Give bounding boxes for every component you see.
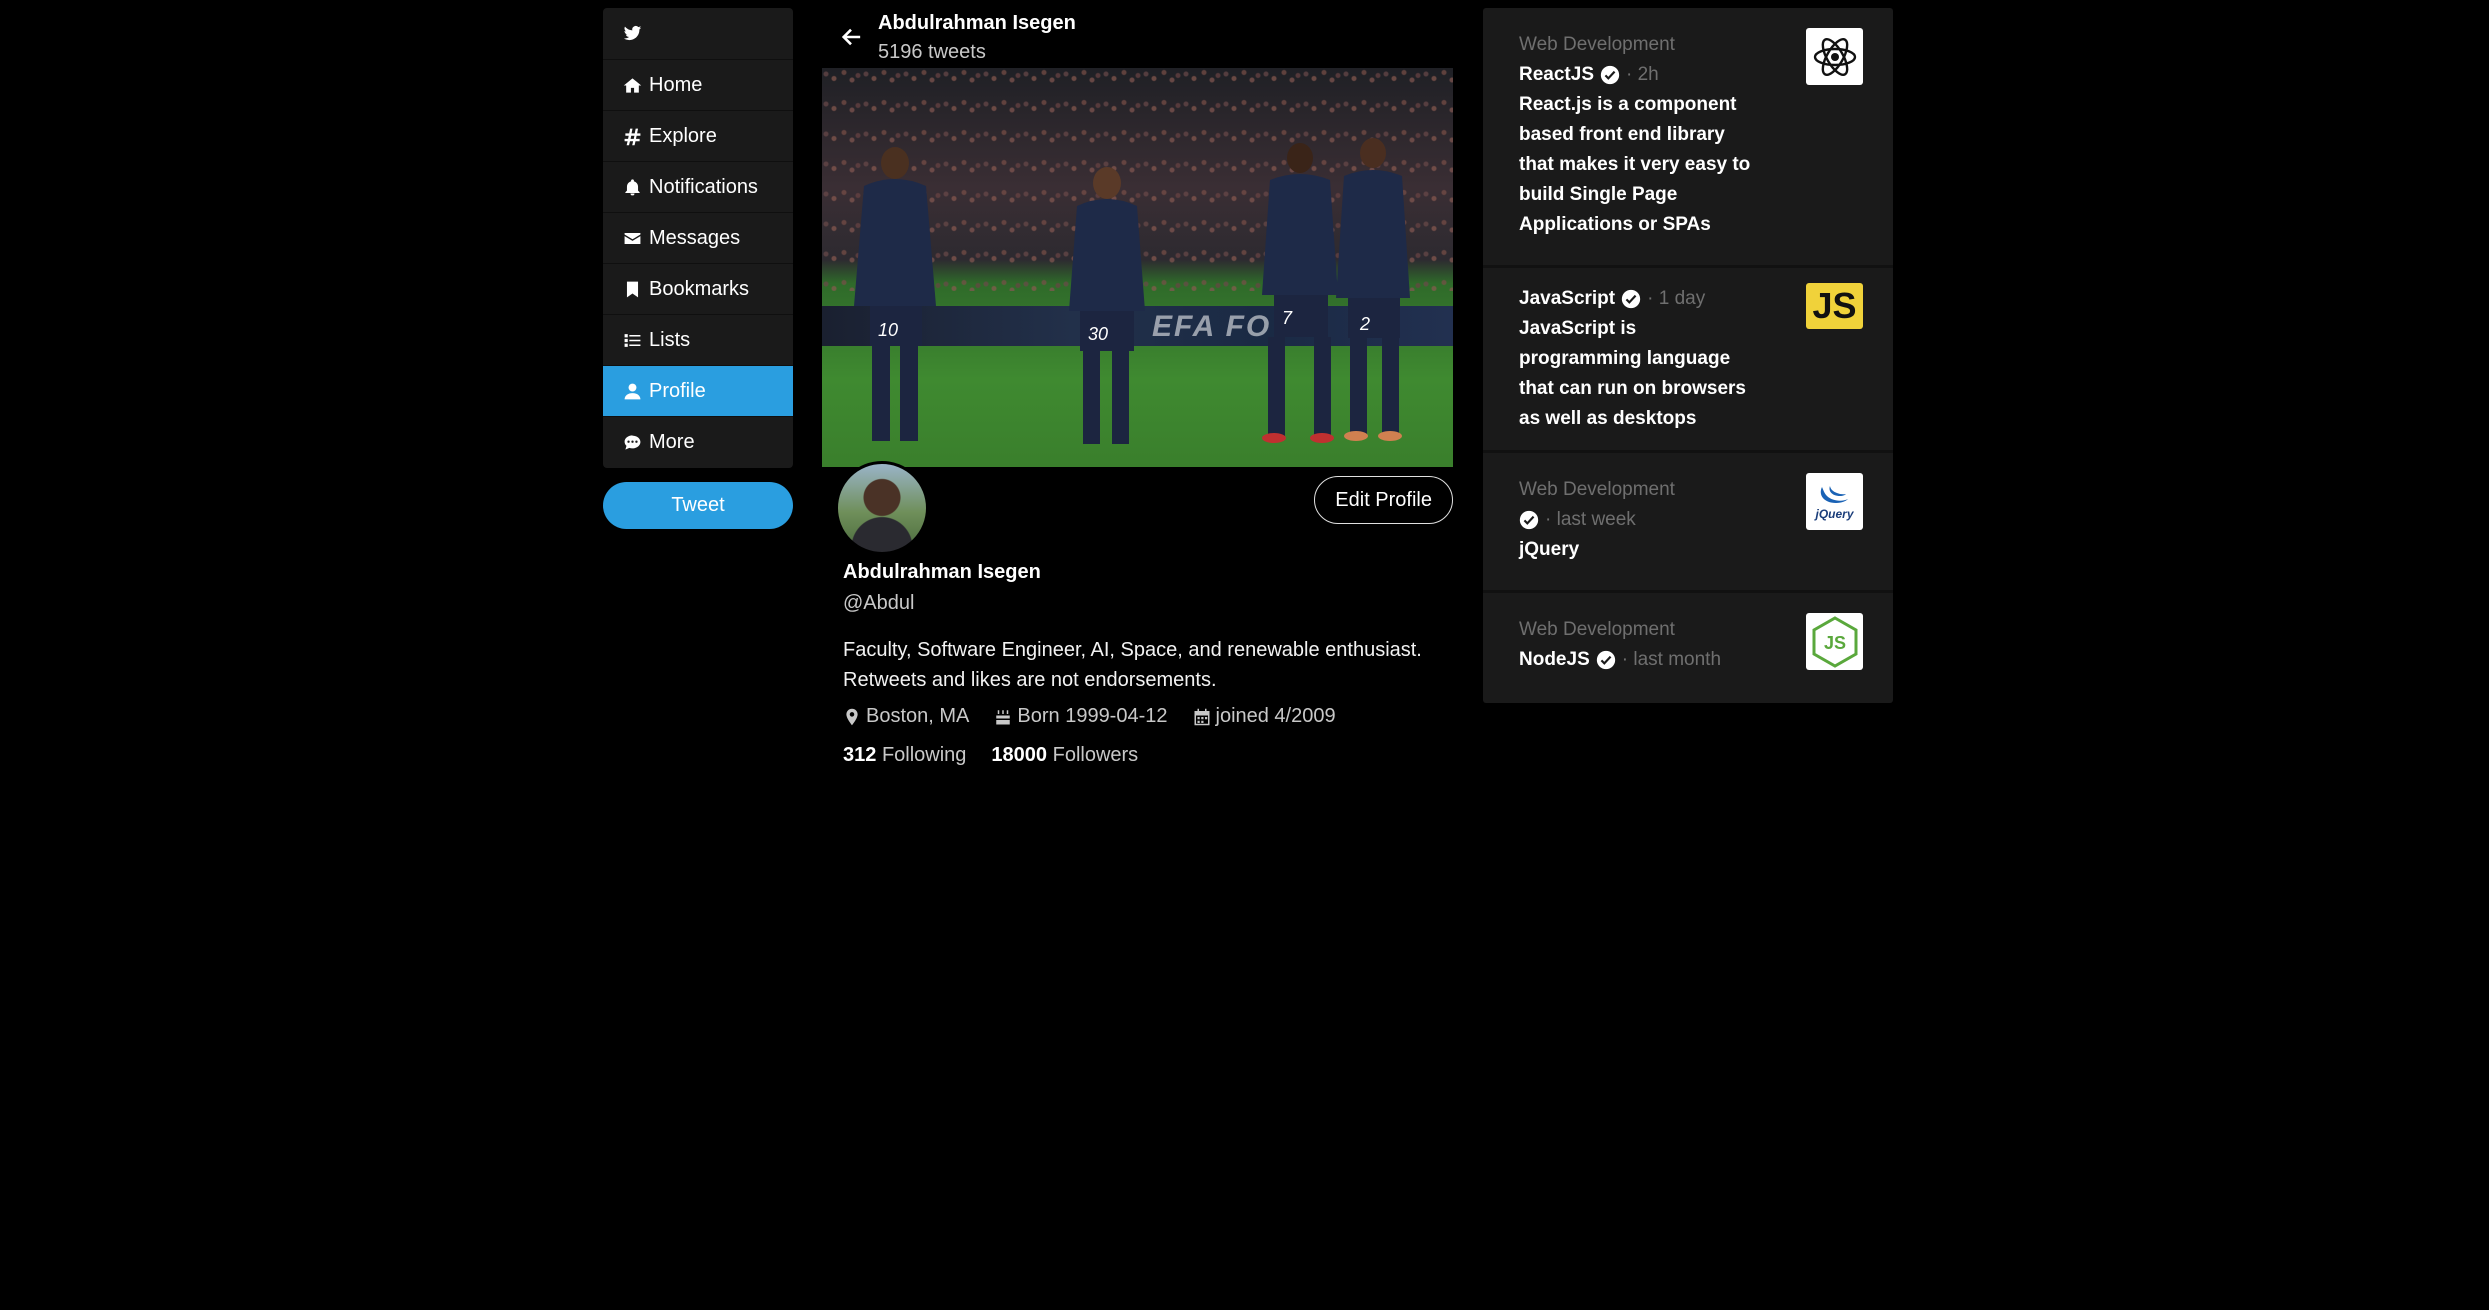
jersey-number: 10 [878,320,898,340]
trend-item-nodejs[interactable]: Web Development NodeJS · last month JS [1483,593,1893,703]
trend-time: · last month [1621,649,1722,670]
verified-check-icon [1600,65,1620,85]
user-icon [624,383,641,399]
jersey-number: 30 [1088,324,1108,344]
nav-item-label: Home [649,73,703,96]
profile-bio: Faculty, Software Engineer, AI, Space, a… [843,639,1422,691]
nav-item-profile[interactable]: Profile [603,366,793,417]
bookmark-icon [626,281,639,297]
trend-title: JavaScript · 1 day [1519,284,1763,314]
birthday-cake-icon [996,709,1011,724]
tweet-count: 5196 tweets [878,41,986,63]
trend-item-jquery[interactable]: Web Development · last week jQuery jQuer… [1483,453,1893,593]
edit-profile-button[interactable]: Edit Profile [1314,476,1453,524]
avatar[interactable] [835,461,929,555]
trend-title: NodeJS · last month [1519,645,1763,675]
nav-item-label: More [649,431,695,453]
birthday-text: Born 1999-04-12 [1017,705,1168,727]
trend-title: ReactJS · 2h [1519,60,1763,90]
header-name: Abdulrahman Isegen [878,12,1076,34]
comment-dots-icon [624,435,641,450]
nav-item-lists[interactable]: Lists [603,315,793,366]
nav-item-more[interactable]: More [603,417,793,468]
profile-joined: joined 4/2009 [1193,705,1336,728]
profile-location: Boston, MA [843,705,969,728]
nav-item-label: Lists [649,328,691,351]
followers-label: Followers [1052,744,1139,766]
profile-header: Abdulrahman Isegen 5196 tweets [822,8,1453,68]
location-text: Boston, MA [866,705,970,727]
trend-title-text: NodeJS [1519,649,1590,670]
home-icon [623,77,642,93]
nav-item-label: Bookmarks [649,277,750,300]
following-count: 312 [843,744,877,766]
page: Home Explore Notifications Messages Book… [0,0,2489,1310]
jquery-logo-icon: jQuery [1806,473,1863,530]
trend-category: Web Development [1519,619,1675,640]
followers-link[interactable]: 18000 Followers [991,744,1138,767]
nav-item-label: Explore [649,124,717,147]
nav-item-bookmarks[interactable]: Bookmarks [603,264,793,315]
twitter-logo[interactable] [603,8,793,60]
nav-item-explore[interactable]: Explore [603,111,793,162]
jersey-number: 2 [1359,314,1370,334]
jquery-logo-text: jQuery [1815,506,1854,521]
trend-time: · 2h [1626,64,1659,85]
nav-item-messages[interactable]: Messages [603,213,793,264]
nav-item-label: Notifications [649,175,758,198]
nav-item-label: Profile [649,379,706,402]
trend-item-reactjs[interactable]: Web Development ReactJS · 2h React.js is… [1483,8,1893,268]
profile-birthday: Born 1999-04-12 [994,705,1168,728]
trend-title-text: ReactJS [1519,64,1594,85]
nav-item-home[interactable]: Home [603,60,793,111]
trend-time: · last week [1545,509,1636,530]
nodejs-logo-text: JS [1823,633,1845,653]
map-marker-icon [846,708,858,725]
list-icon [624,333,641,347]
profile-handle: @Abdul [843,592,915,614]
following-label: Following [881,744,967,766]
tweet-button[interactable]: Tweet [603,482,793,529]
trend-description: React.js is a component based front end … [1519,94,1751,235]
react-logo-icon [1806,28,1863,85]
profile-main: Abdulrahman Isegen 5196 tweets EFA FO 10 [822,8,1453,767]
jersey-number: 7 [1282,308,1293,328]
trend-category: Web Development [1519,479,1675,500]
cover-players: 10 30 7 2 [854,138,1410,444]
profile-meta: Boston, MA Born 1999-04-12 joined 4/2009 [843,705,1453,728]
verified-check-icon [1621,289,1641,309]
profile-info: Abdulrahman Isegen @Abdul Faculty, Softw… [822,561,1453,767]
calendar-icon [1194,708,1209,725]
trends-panel: Web Development ReactJS · 2h React.js is… [1483,8,1893,703]
verified-check-icon [1596,650,1615,670]
profile-stats: 312 Following 18000 Followers [843,744,1453,767]
hashtag-icon [624,128,641,145]
trend-title: · last week [1519,505,1763,535]
profile-actions-row: Edit Profile [822,461,1453,567]
trend-time: · 1 day [1647,288,1706,309]
twitter-bird-icon [623,25,642,41]
verified-check-icon [1519,510,1539,530]
trend-item-javascript[interactable]: JavaScript · 1 day JavaScript is program… [1483,268,1893,453]
nodejs-logo-icon: JS [1806,613,1863,670]
nav-menu: Home Explore Notifications Messages Book… [603,8,793,468]
trend-description: JavaScript is programming language that … [1519,318,1746,429]
trend-category: Web Development [1519,34,1675,55]
cover-image[interactable]: EFA FO 10 30 7 2 [822,68,1453,467]
javascript-logo-text: JS [1812,285,1857,326]
following-link[interactable]: 312 Following [843,744,966,767]
trend-description: jQuery [1519,539,1580,560]
nav-item-notifications[interactable]: Notifications [603,162,793,213]
bell-icon [625,178,640,195]
sidebar: Home Explore Notifications Messages Book… [603,8,793,529]
nav-item-label: Messages [649,226,741,249]
javascript-logo-icon: JS [1806,283,1863,329]
envelope-icon [624,232,641,244]
joined-text: joined 4/2009 [1215,705,1336,727]
trend-title-text: JavaScript [1519,288,1616,309]
back-arrow-icon[interactable] [840,26,862,48]
followers-count: 18000 [991,744,1048,766]
